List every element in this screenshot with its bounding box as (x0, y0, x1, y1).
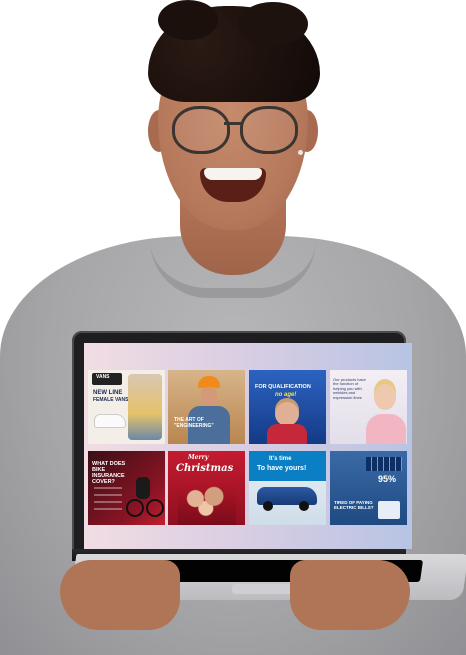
solar-panel (366, 457, 402, 471)
car-wheel-right (299, 501, 309, 511)
bike-bullet-list (94, 487, 122, 515)
bike-wheel-front (146, 499, 164, 517)
vans-brand: VANS (96, 374, 110, 380)
tile-products: Our products have the function of helpin… (330, 370, 407, 444)
tile-vans: VANS NEW LINE FEMALE VANS (88, 370, 165, 444)
woman-jacket (267, 424, 307, 444)
glasses-left-lens (172, 106, 230, 154)
left-hand (60, 560, 180, 630)
right-hand (290, 560, 410, 630)
photo-scene: VANS NEW LINE FEMALE VANS THE ART OF "EN… (0, 0, 466, 655)
earring (298, 150, 303, 155)
car-accent: To have yours! (257, 465, 307, 472)
tile-christmas: Merry Christmas (168, 451, 245, 525)
bike-rider (136, 477, 150, 499)
christmas-merry: Merry (188, 454, 209, 461)
woman-shoulders (366, 414, 406, 444)
laptop-trackpad (232, 584, 292, 594)
engineering-title: THE ART OF "ENGINEERING" (174, 417, 214, 429)
vans-subtitle: FEMALE VANS (93, 397, 129, 403)
family-photo (178, 481, 236, 525)
bike-wheel-back (126, 499, 144, 517)
laptop-screen: VANS NEW LINE FEMALE VANS THE ART OF "EN… (84, 343, 412, 549)
woman-face (374, 384, 396, 410)
vans-couple-photo (128, 374, 162, 440)
teeth (204, 168, 262, 180)
bike-title: WHAT DOES BIKE INSURANCE COVER? (92, 461, 126, 486)
woman-portrait (275, 402, 299, 426)
glasses-right-lens (240, 106, 298, 154)
christmas-word: Christmas (176, 463, 234, 474)
bills-percent: 95% (378, 474, 397, 484)
vans-title: NEW LINE (93, 390, 123, 396)
qualification-title: FOR QUALIFICATION (255, 384, 311, 390)
qualification-accent: no age! (275, 392, 297, 398)
vans-shoe (94, 414, 126, 428)
tile-engineering: THE ART OF "ENGINEERING" (168, 370, 245, 444)
tile-car: It's time To have yours! (249, 451, 326, 525)
bills-title: TIRED OF PAYING ELECTRIC BILLS? (334, 500, 374, 510)
car-wheel-left (263, 501, 273, 511)
tile-bills: 95% TIRED OF PAYING ELECTRIC BILLS? (330, 451, 407, 525)
glasses-bridge (224, 122, 242, 125)
tile-bike: WHAT DOES BIKE INSURANCE COVER? (88, 451, 165, 525)
tile-qualification: FOR QUALIFICATION no age! (249, 370, 326, 444)
products-title: Our products have the function of helpin… (333, 377, 366, 400)
car-title: It's time (269, 456, 292, 462)
curly-hair (148, 0, 320, 102)
engineer-face (201, 387, 217, 405)
bills-house (378, 501, 400, 519)
